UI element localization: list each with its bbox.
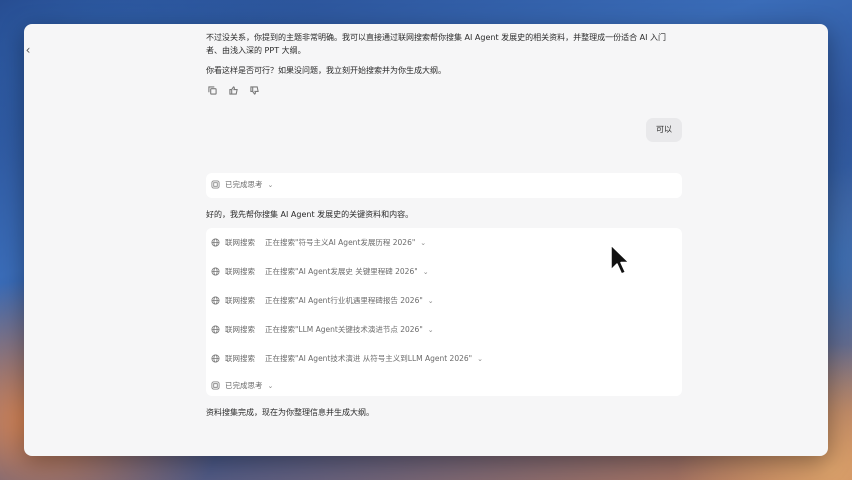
chevron-down-icon: ⌄ — [267, 180, 274, 189]
brain-icon — [211, 381, 220, 390]
search-step-4[interactable]: 联网搜索 正在搜索"LLM Agent关键技术演进节点 2026" ⌄ — [211, 324, 434, 335]
search-step-kind: 联网搜索 — [225, 296, 255, 305]
chevron-down-icon: ⌄ — [422, 267, 429, 276]
search-step-query: 正在搜索"AI Agent技术演进 从符号主义到LLM Agent 2026" — [265, 354, 473, 363]
back-chevron-icon[interactable]: ‹ — [24, 42, 34, 58]
globe-icon — [211, 296, 220, 305]
thinking-toggle-2[interactable]: 已完成思考 ⌄ — [211, 380, 273, 391]
thinking-label: 已完成思考 — [225, 180, 263, 189]
message-actions — [206, 84, 260, 96]
assistant-message-intro: 不过没关系，你提到的主题非常明确。我可以直接通过联网搜索帮你搜集 AI Agen… — [206, 33, 667, 55]
mouse-pointer-icon — [610, 244, 630, 275]
search-step-1[interactable]: 联网搜索 正在搜索"符号主义AI Agent发展历程 2026" ⌄ — [211, 237, 426, 248]
search-step-query: 正在搜索"AI Agent行业机遇里程碑报告 2026" — [265, 296, 423, 305]
search-step-kind: 联网搜索 — [225, 238, 255, 247]
assistant-message-question: 你看这样是否可行？如果没问题，我立刻开始搜索并为你生成大纲。 — [206, 66, 446, 75]
search-step-kind: 联网搜索 — [225, 325, 255, 334]
thumbs-up-icon[interactable] — [227, 84, 239, 96]
search-step-kind: 联网搜索 — [225, 354, 255, 363]
user-message-bubble: 可以 — [646, 118, 682, 142]
thinking-card: 已完成思考 ⌄ — [206, 173, 682, 198]
brain-icon — [211, 180, 220, 189]
search-step-kind: 联网搜索 — [225, 267, 255, 276]
chevron-down-icon: ⌄ — [427, 296, 434, 305]
globe-icon — [211, 325, 220, 334]
search-step-5[interactable]: 联网搜索 正在搜索"AI Agent技术演进 从符号主义到LLM Agent 2… — [211, 353, 483, 364]
chevron-down-icon: ⌄ — [427, 325, 434, 334]
globe-icon — [211, 238, 220, 247]
chevron-down-icon: ⌄ — [267, 381, 274, 390]
search-step-3[interactable]: 联网搜索 正在搜索"AI Agent行业机遇里程碑报告 2026" ⌄ — [211, 295, 434, 306]
assistant-message-reply: 好的，我先帮你搜集 AI Agent 发展史的关键资料和内容。 — [206, 210, 414, 219]
chevron-down-icon: ⌄ — [420, 238, 427, 247]
thinking-toggle[interactable]: 已完成思考 ⌄ — [211, 179, 273, 190]
assistant-message-final: 资料搜集完成，现在为你整理信息并生成大纲。 — [206, 408, 374, 417]
search-step-query: 正在搜索"符号主义AI Agent发展历程 2026" — [265, 238, 416, 247]
thumbs-down-icon[interactable] — [248, 84, 260, 96]
globe-icon — [211, 267, 220, 276]
search-step-2[interactable]: 联网搜索 正在搜索"AI Agent发展史 关键里程碑 2026" ⌄ — [211, 266, 429, 277]
globe-icon — [211, 354, 220, 363]
chat-window: ‹ 不过没关系，你提到的主题非常明确。我可以直接通过联网搜索帮你搜集 AI Ag… — [24, 24, 828, 456]
chevron-down-icon: ⌄ — [477, 354, 483, 363]
thinking-label: 已完成思考 — [225, 381, 263, 390]
copy-icon[interactable] — [206, 84, 218, 96]
search-step-query: 正在搜索"LLM Agent关键技术演进节点 2026" — [265, 325, 423, 334]
search-step-query: 正在搜索"AI Agent发展史 关键里程碑 2026" — [265, 267, 418, 276]
